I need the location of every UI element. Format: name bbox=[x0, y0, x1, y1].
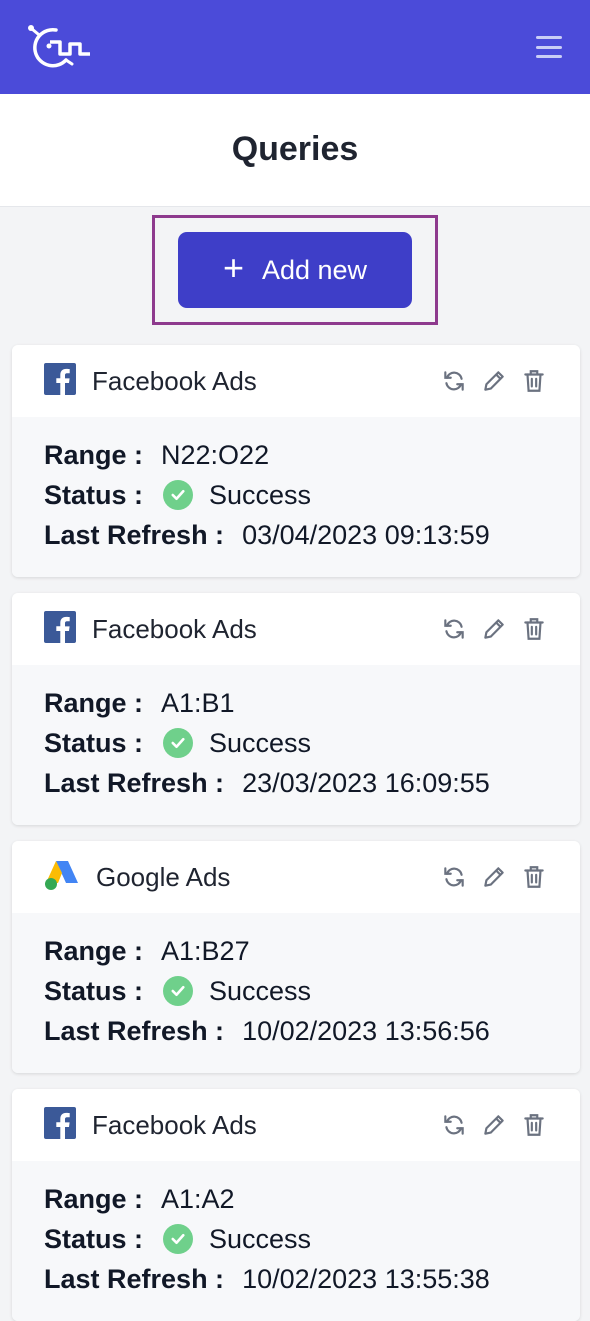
query-card-header: Facebook Ads bbox=[12, 593, 580, 665]
check-circle-icon bbox=[163, 1224, 194, 1254]
source-name: Google Ads bbox=[96, 861, 231, 892]
query-card: Facebook Ads Range : N22:O22 Status : Succ… bbox=[12, 345, 580, 577]
refresh-icon[interactable] bbox=[440, 863, 468, 891]
range-value: A1:A2 bbox=[161, 1184, 235, 1214]
facebook-icon bbox=[44, 610, 76, 648]
status-label: Status : bbox=[44, 1224, 144, 1254]
plus-icon: + bbox=[222, 247, 244, 288]
refresh-icon[interactable] bbox=[440, 1111, 468, 1139]
query-card-header: Facebook Ads bbox=[12, 1089, 580, 1161]
status-label: Status : bbox=[44, 976, 144, 1006]
google-ads-icon bbox=[44, 859, 80, 896]
query-list: Facebook Ads Range : N22:O22 Status : Succ… bbox=[0, 345, 590, 1321]
last-refresh-value: 10/02/2023 13:55:38 bbox=[242, 1264, 490, 1294]
refresh-icon[interactable] bbox=[440, 615, 468, 643]
query-card-header: Facebook Ads bbox=[12, 345, 580, 417]
add-new-label: Add new bbox=[261, 254, 368, 285]
status-label: Status : bbox=[44, 480, 144, 510]
source-name: Facebook Ads bbox=[92, 365, 257, 396]
range-value: A1:B27 bbox=[161, 936, 250, 966]
edit-icon[interactable] bbox=[480, 367, 508, 395]
check-circle-icon bbox=[163, 976, 194, 1006]
facebook-icon bbox=[44, 1106, 76, 1144]
edit-icon[interactable] bbox=[480, 615, 508, 643]
delete-icon[interactable] bbox=[520, 1111, 548, 1139]
edit-icon[interactable] bbox=[480, 863, 508, 891]
query-card-body: Range : A1:B27 Status : Success Last Refre… bbox=[12, 913, 580, 1073]
last-refresh-label: Last Refresh : bbox=[44, 768, 225, 798]
page-header: Queries bbox=[0, 94, 590, 207]
last-refresh-value: 03/04/2023 09:13:59 bbox=[242, 520, 490, 550]
range-label: Range : bbox=[44, 936, 144, 966]
hamburger-menu-icon[interactable] bbox=[536, 36, 562, 58]
last-refresh-label: Last Refresh : bbox=[44, 520, 225, 550]
range-label: Range : bbox=[44, 1184, 144, 1214]
query-card-body: Range : A1:A2 Status : Success Last Refres… bbox=[12, 1161, 580, 1321]
status-label: Status : bbox=[44, 728, 144, 758]
app-logo-icon[interactable] bbox=[26, 24, 94, 70]
add-button-highlight: + Add new bbox=[152, 215, 438, 325]
source-name: Facebook Ads bbox=[92, 613, 257, 644]
query-card: Facebook Ads Range : A1:A2 Status : Succes… bbox=[12, 1089, 580, 1321]
check-circle-icon bbox=[163, 480, 194, 510]
refresh-icon[interactable] bbox=[440, 367, 468, 395]
last-refresh-label: Last Refresh : bbox=[44, 1264, 225, 1294]
range-label: Range : bbox=[44, 440, 144, 470]
last-refresh-label: Last Refresh : bbox=[44, 1016, 225, 1046]
top-bar bbox=[0, 0, 590, 94]
add-new-button[interactable]: + Add new bbox=[178, 232, 412, 308]
add-button-container: + Add new bbox=[0, 207, 590, 345]
range-value: A1:B1 bbox=[161, 688, 235, 718]
last-refresh-value: 23/03/2023 16:09:55 bbox=[242, 768, 490, 798]
edit-icon[interactable] bbox=[480, 1111, 508, 1139]
status-value: Success bbox=[209, 728, 312, 758]
query-card-header: Google Ads bbox=[12, 841, 580, 913]
page-title: Queries bbox=[231, 129, 359, 168]
delete-icon[interactable] bbox=[520, 615, 548, 643]
query-card: Google Ads Range : A1:B27 Status : Success… bbox=[12, 841, 580, 1073]
range-value: N22:O22 bbox=[161, 440, 270, 470]
status-value: Success bbox=[209, 1224, 312, 1254]
status-value: Success bbox=[209, 976, 312, 1006]
source-name: Facebook Ads bbox=[92, 1109, 257, 1140]
last-refresh-value: 10/02/2023 13:56:56 bbox=[242, 1016, 490, 1046]
query-card: Facebook Ads Range : A1:B1 Status : Succes… bbox=[12, 593, 580, 825]
status-value: Success bbox=[209, 480, 312, 510]
facebook-icon bbox=[44, 362, 76, 400]
query-card-body: Range : A1:B1 Status : Success Last Refres… bbox=[12, 665, 580, 825]
check-circle-icon bbox=[163, 728, 194, 758]
delete-icon[interactable] bbox=[520, 863, 548, 891]
query-card-body: Range : N22:O22 Status : Success Last Refr… bbox=[12, 417, 580, 577]
delete-icon[interactable] bbox=[520, 367, 548, 395]
range-label: Range : bbox=[44, 688, 144, 718]
